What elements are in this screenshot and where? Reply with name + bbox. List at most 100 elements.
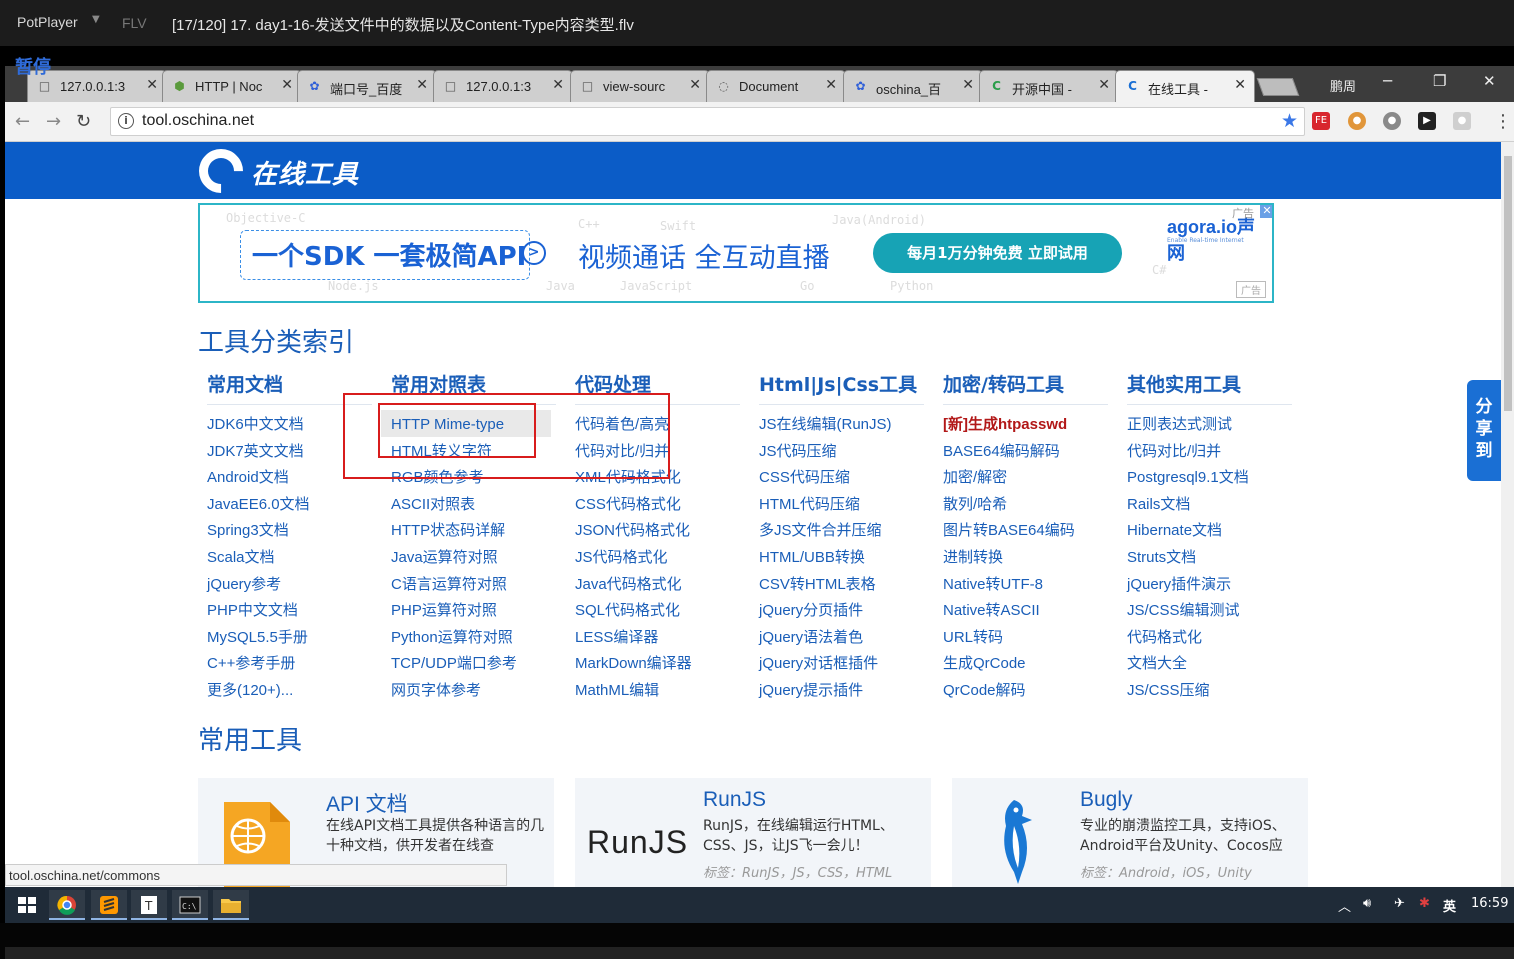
volume-icon[interactable]: 🔊︎ (1363, 896, 1371, 911)
taskbar-cmd[interactable]: C:\ (172, 890, 208, 920)
chevron-down-icon[interactable]: ▼ (92, 14, 100, 25)
address-bar[interactable]: i tool.oschina.net ★ (110, 107, 1305, 136)
forward-icon[interactable]: → (46, 111, 61, 132)
tool-link[interactable]: jQuery对话框插件 (759, 651, 929, 678)
tool-link[interactable]: MySQL5.5手册 (207, 625, 377, 652)
back-icon[interactable]: ← (15, 111, 30, 132)
tool-link[interactable]: Rails文档 (1127, 492, 1297, 519)
profile-name[interactable]: 鹏周 (1330, 76, 1356, 95)
tool-link[interactable]: Postgresql9.1文档 (1127, 465, 1297, 492)
tool-link[interactable]: 正则表达式测试 (1127, 412, 1297, 439)
scrollbar-thumb[interactable] (1504, 156, 1512, 411)
tool-link[interactable]: jQuery参考 (207, 572, 377, 599)
ad-banner[interactable]: Objective-C C++ Swift Java(Android) Node… (198, 203, 1274, 303)
tool-link[interactable]: Spring3文档 (207, 518, 377, 545)
tool-link[interactable]: JS代码格式化 (575, 545, 745, 572)
card-title[interactable]: Bugly (1080, 788, 1133, 812)
tool-link[interactable]: HTML代码压缩 (759, 492, 929, 519)
url-text[interactable]: tool.oschina.net (142, 112, 254, 130)
tool-link[interactable]: URL转码 (943, 625, 1113, 652)
card-title[interactable]: RunJS (703, 788, 766, 812)
tool-link[interactable]: JS代码压缩 (759, 439, 929, 466)
taskbar-typora[interactable]: T (131, 890, 167, 920)
ad-cta-button[interactable]: 每月1万分钟免费 立即试用 (873, 233, 1122, 273)
player-seekbar[interactable] (5, 947, 1514, 959)
clock[interactable]: 16:59 (1471, 896, 1508, 911)
tool-link[interactable]: Native转UTF-8 (943, 572, 1113, 599)
tool-link[interactable]: jQuery分页插件 (759, 598, 929, 625)
tool-link[interactable]: MarkDown编译器 (575, 651, 745, 678)
tool-link[interactable]: 代码对比/归并 (1127, 439, 1297, 466)
ad-close-icon[interactable]: ✕ (1260, 205, 1272, 218)
tool-card-runjs[interactable]: RunJS RunJS RunJS，在线编辑运行HTML、CSS、JS，让JS飞… (575, 778, 931, 887)
tool-link[interactable]: 图片转BASE64编码 (943, 518, 1113, 545)
close-icon[interactable]: ✕ (689, 77, 701, 93)
tool-link[interactable]: Hibernate文档 (1127, 518, 1297, 545)
tool-link[interactable]: 文档大全 (1127, 651, 1297, 678)
tool-link[interactable]: PHP运算符对照 (391, 598, 561, 625)
ime-indicator[interactable]: 英 (1443, 896, 1456, 915)
maximize-icon[interactable]: ❐ (1433, 72, 1446, 90)
tool-link[interactable]: [新]生成htpasswd (943, 412, 1113, 439)
tool-link[interactable]: CSS代码格式化 (575, 492, 745, 519)
tool-link[interactable]: 进制转换 (943, 545, 1113, 572)
tool-link[interactable]: 生成QrCode (943, 651, 1113, 678)
tool-link[interactable]: JS在线编辑(RunJS) (759, 412, 929, 439)
cookie-extension-icon[interactable]: ● (1348, 112, 1366, 130)
site-logo-text[interactable]: 在线工具 (251, 154, 359, 191)
extension-icon[interactable]: ● (1383, 112, 1401, 130)
reload-icon[interactable]: ↻ (76, 111, 91, 132)
star-icon[interactable]: ★ (1281, 110, 1298, 132)
tool-link[interactable]: 网页字体参考 (391, 678, 561, 705)
tool-link[interactable]: 加密/解密 (943, 465, 1113, 492)
close-icon[interactable]: ✕ (962, 77, 974, 93)
tab-9-active[interactable]: C 在线工具 - ✕ (1115, 70, 1255, 102)
bookmark-extension-icon[interactable]: ▶ (1418, 112, 1436, 130)
taskbar-sublime[interactable] (91, 890, 127, 920)
tool-link[interactable]: JS/CSS压缩 (1127, 678, 1297, 705)
fe-extension-icon[interactable]: FE (1312, 112, 1330, 130)
tool-link[interactable]: C++参考手册 (207, 651, 377, 678)
tab-8[interactable]: C 开源中国 - ✕ (979, 70, 1119, 102)
tab-7[interactable]: ✿ oschina_百 ✕ (843, 70, 983, 102)
share-button[interactable]: 分 享 到 (1467, 380, 1501, 481)
antivirus-icon[interactable]: ✱ (1419, 896, 1430, 911)
close-icon[interactable]: ✕ (146, 77, 158, 93)
tool-link[interactable]: TCP/UDP端口参考 (391, 651, 561, 678)
tool-link[interactable]: Struts文档 (1127, 545, 1297, 572)
tool-link[interactable]: JS/CSS编辑测试 (1127, 598, 1297, 625)
tool-link[interactable]: jQuery语法着色 (759, 625, 929, 652)
tool-link[interactable]: SQL代码格式化 (575, 598, 745, 625)
close-icon[interactable]: ✕ (1098, 77, 1110, 93)
tool-link[interactable]: PHP中文文档 (207, 598, 377, 625)
taskbar-explorer[interactable] (213, 890, 249, 920)
player-brand[interactable]: PotPlayer (17, 14, 78, 30)
tab-6[interactable]: ◌ Document ✕ (706, 70, 846, 102)
tool-link[interactable]: C语言运算符对照 (391, 572, 561, 599)
close-icon[interactable]: ✕ (552, 77, 564, 93)
close-icon[interactable]: ✕ (416, 77, 428, 93)
tool-link[interactable]: Python运算符对照 (391, 625, 561, 652)
close-window-icon[interactable]: ✕ (1483, 72, 1496, 90)
tool-link[interactable]: CSV转HTML表格 (759, 572, 929, 599)
tool-link[interactable]: Native转ASCII (943, 598, 1113, 625)
tab-3[interactable]: ✿ 端口号_百度 ✕ (297, 70, 437, 102)
start-button[interactable] (9, 890, 45, 920)
tool-link[interactable]: HTTP状态码详解 (391, 518, 561, 545)
tool-link[interactable]: JSON代码格式化 (575, 518, 745, 545)
taskbar-chrome[interactable] (49, 890, 85, 920)
tool-link[interactable]: jQuery插件演示 (1127, 572, 1297, 599)
card-title[interactable]: API 文档 (326, 788, 408, 818)
tool-link[interactable]: LESS编译器 (575, 625, 745, 652)
tool-link[interactable]: HTML/UBB转换 (759, 545, 929, 572)
tool-link[interactable]: MathML编辑 (575, 678, 745, 705)
tool-link[interactable]: 多JS文件合并压缩 (759, 518, 929, 545)
tool-link[interactable]: QrCode解码 (943, 678, 1113, 705)
page-scrollbar[interactable] (1501, 142, 1514, 887)
tool-link[interactable]: CSS代码压缩 (759, 465, 929, 492)
tool-link[interactable]: JavaEE6.0文档 (207, 492, 377, 519)
tab-2[interactable]: ⬢ HTTP | Noc ✕ (162, 70, 302, 102)
minimize-icon[interactable]: ─ (1383, 72, 1392, 90)
new-tab-button[interactable] (1256, 78, 1300, 96)
tool-link[interactable]: 散列/哈希 (943, 492, 1113, 519)
